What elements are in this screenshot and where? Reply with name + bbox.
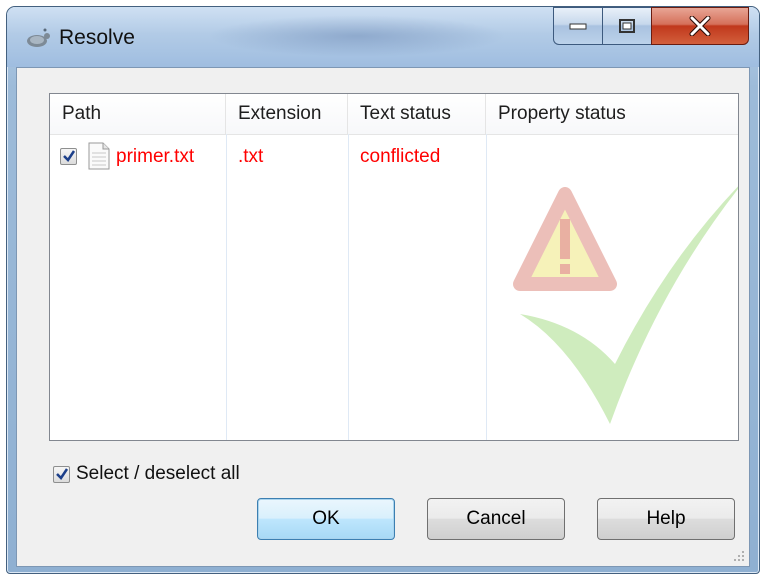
checkmark-icon bbox=[63, 150, 76, 162]
minimize-icon bbox=[569, 23, 587, 30]
column-header-extension[interactable]: Extension bbox=[226, 94, 348, 134]
maximize-icon bbox=[619, 19, 635, 33]
select-all-checkbox[interactable] bbox=[53, 465, 70, 483]
minimize-button[interactable] bbox=[553, 7, 602, 45]
title-bar-glow bbox=[207, 15, 507, 57]
column-divider bbox=[486, 134, 487, 440]
resolve-watermark-icon bbox=[513, 186, 738, 424]
file-text-status: conflicted bbox=[360, 146, 441, 167]
column-header-text-status[interactable]: Text status bbox=[348, 94, 486, 134]
row-checkbox[interactable] bbox=[60, 148, 77, 165]
close-button[interactable] bbox=[651, 7, 749, 45]
maximize-button[interactable] bbox=[602, 7, 652, 45]
column-divider bbox=[226, 134, 227, 440]
close-icon bbox=[689, 16, 711, 36]
conflict-file-list[interactable]: Path Extension Text status Property stat… bbox=[49, 93, 739, 441]
select-all-label: Select / deselect all bbox=[76, 463, 240, 484]
text-file-icon bbox=[88, 142, 110, 170]
select-all-control[interactable]: Select / deselect all bbox=[53, 463, 240, 485]
dialog-client-area: Path Extension Text status Property stat… bbox=[16, 67, 750, 567]
help-button[interactable]: Help bbox=[597, 498, 735, 540]
resolve-dialog: Resolve Path Extension Text status Prope… bbox=[6, 6, 760, 574]
file-path: primer.txt bbox=[116, 146, 195, 167]
resize-grip-icon[interactable] bbox=[733, 550, 745, 562]
window-title: Resolve bbox=[59, 26, 135, 49]
tortoise-app-icon bbox=[27, 28, 50, 47]
column-divider bbox=[348, 134, 349, 440]
ok-button[interactable]: OK bbox=[257, 498, 395, 540]
column-header-path[interactable]: Path bbox=[50, 94, 226, 134]
file-extension: .txt bbox=[238, 146, 264, 167]
column-header-property-status[interactable]: Property status bbox=[486, 94, 738, 134]
title-bar[interactable]: Resolve bbox=[7, 7, 759, 67]
checkmark-icon bbox=[56, 467, 69, 480]
cancel-button[interactable]: Cancel bbox=[427, 498, 565, 540]
